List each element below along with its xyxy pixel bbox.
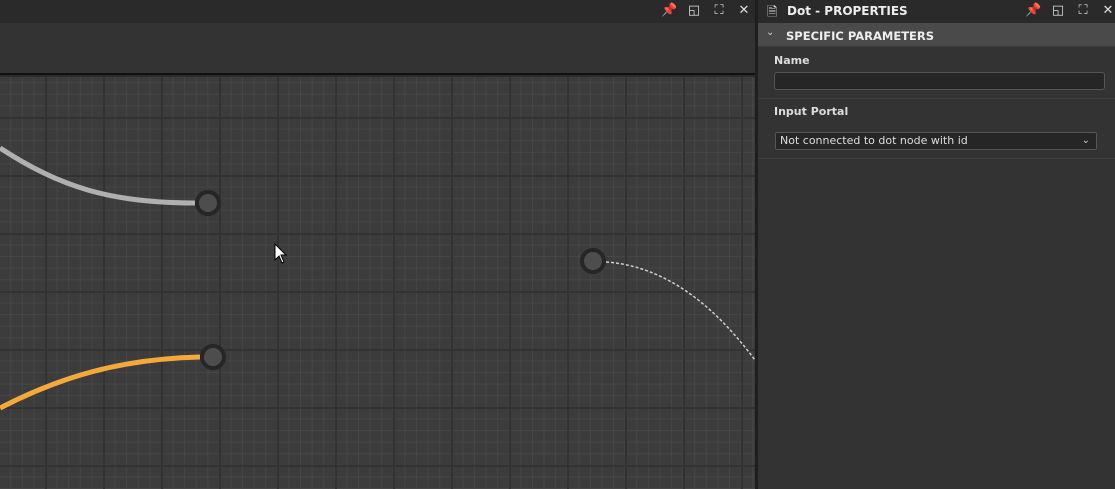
properties-title: Dot - PROPERTIES: [787, 4, 908, 18]
graph-toolbar: [0, 23, 755, 75]
section-header-specific-parameters[interactable]: ⌄ SPECIFIC PARAMETERS: [758, 23, 1115, 47]
chevron-down-icon: ⌄: [766, 27, 775, 38]
port-orange[interactable]: [200, 344, 226, 370]
divider: [758, 158, 1115, 159]
dot-node[interactable]: [580, 248, 606, 274]
port-gray[interactable]: [195, 190, 221, 216]
node-graph-panel: 📌 ◱ ⛶ ✕: [0, 0, 755, 489]
input-portal-value: Not connected to dot node with id: [780, 134, 968, 147]
divider: [758, 98, 1115, 99]
dock-icon[interactable]: ◱: [686, 3, 702, 19]
mouse-cursor-icon: [274, 242, 288, 264]
graph-canvas[interactable]: [0, 77, 755, 489]
input-portal-select[interactable]: Not connected to dot node with id ⌄: [775, 132, 1097, 150]
chevron-down-icon: ⌄: [1081, 135, 1090, 146]
graph-title-bar: 📌 ◱ ⛶ ✕: [0, 0, 755, 23]
properties-title-bar: 🗎 Dot - PROPERTIES 📌 ◱ ⛶ ✕: [758, 0, 1115, 23]
gray-wire[interactable]: [0, 145, 196, 206]
properties-panel: 🗎 Dot - PROPERTIES 📌 ◱ ⛶ ✕ ⌄ SPECIFIC PA…: [758, 0, 1115, 489]
dock-icon[interactable]: ◱: [1050, 3, 1066, 19]
section-title: SPECIFIC PARAMETERS: [786, 29, 935, 43]
name-label: Name: [774, 54, 810, 67]
maximize-icon[interactable]: ⛶: [1075, 3, 1091, 19]
pin-icon[interactable]: 📌: [1025, 3, 1041, 19]
close-icon[interactable]: ✕: [1100, 3, 1115, 19]
name-field[interactable]: [774, 72, 1105, 90]
orange-wire[interactable]: [0, 354, 201, 411]
wires: [0, 145, 755, 411]
document-icon: 🗎: [767, 5, 778, 20]
maximize-icon[interactable]: ⛶: [711, 3, 727, 19]
dashed-wire[interactable]: [605, 261, 755, 361]
input-portal-label: Input Portal: [774, 105, 849, 118]
close-icon[interactable]: ✕: [736, 3, 752, 19]
pin-icon[interactable]: 📌: [661, 3, 677, 19]
